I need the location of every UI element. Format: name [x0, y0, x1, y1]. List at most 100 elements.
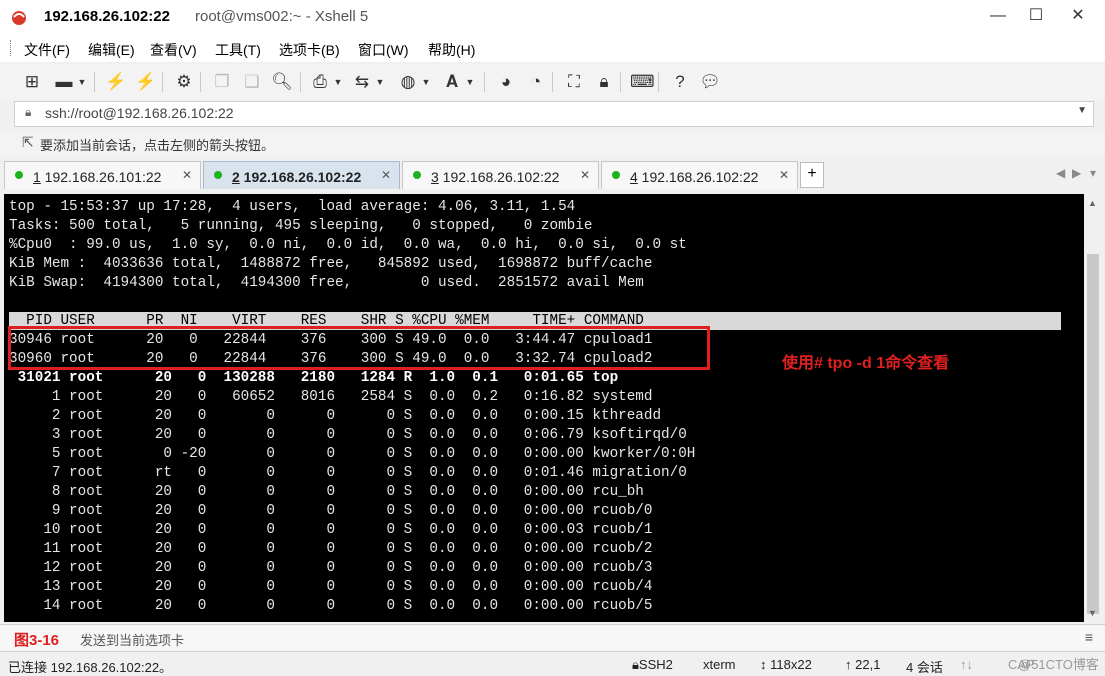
scroll-thumb[interactable]	[1087, 254, 1099, 614]
protocol-status: 🔒︎SSH2	[632, 657, 673, 672]
terminal-type: xterm	[703, 657, 736, 672]
new-session-icon[interactable]: ⊞	[20, 70, 44, 94]
compose-bar[interactable]: 图3-16 发送到当前选项卡 ≡	[0, 624, 1105, 651]
tab-label: 1 192.168.26.101:22	[33, 169, 162, 185]
cpu-line: %Cpu0 : 99.0 us, 1.0 sy, 0.0 ni, 0.0 id,…	[9, 237, 687, 253]
print-icon[interactable]: ⎙	[308, 70, 332, 94]
tab-label: 2 192.168.26.102:22	[232, 169, 362, 185]
session-hint-bar: ⇱ 要添加当前会话，点击左侧的箭头按钮。	[0, 130, 1105, 156]
tab-bar: 1 192.168.26.101:22 ✕ 2 192.168.26.102:2…	[0, 158, 1105, 192]
process-row: 1 root 20 0 60652 8016 2584 S 0.0 0.2 0:…	[9, 389, 653, 405]
menu-help[interactable]: 帮助(H)	[428, 40, 475, 60]
process-row: 10 root 20 0 0 0 0 S 0.0 0.0 0:00.03 rcu…	[9, 522, 653, 538]
script-icon[interactable]: ◔	[524, 70, 548, 94]
font-icon[interactable]: 𝐀	[440, 70, 464, 94]
process-row: 11 root 20 0 0 0 0 S 0.0 0.0 0:00.00 rcu…	[9, 541, 653, 557]
chat-icon[interactable]: 💬︎	[698, 70, 722, 94]
xftp-icon[interactable]: ◕	[494, 70, 518, 94]
terminal-size: ↕ 118x22	[760, 657, 812, 672]
window-title-host: 192.168.26.102:22	[44, 8, 170, 25]
add-tab-button[interactable]: +	[800, 162, 824, 188]
tasks-line: Tasks: 500 total, 5 running, 495 sleepin…	[9, 218, 593, 234]
minimize-button[interactable]: —	[980, 0, 1016, 32]
tab-scroll-right-icon[interactable]: ▶	[1072, 166, 1081, 180]
address-dropdown-icon[interactable]: ▼	[1077, 105, 1087, 116]
arrow-session-icon[interactable]: ⇱	[22, 134, 34, 151]
connection-status: 已连接 192.168.26.102:22。	[8, 660, 173, 675]
disconnect-icon[interactable]: ⚡	[134, 70, 158, 94]
connected-dot-icon	[612, 171, 620, 179]
top-summary-line: top - 15:53:37 up 17:28, 4 users, load a…	[9, 199, 576, 215]
highlight-box	[8, 326, 710, 370]
compose-menu-icon[interactable]: ≡	[1085, 629, 1093, 645]
transfer-icon[interactable]: ⇆	[350, 70, 374, 94]
transfer-dropdown-icon[interactable]: ▼	[374, 70, 386, 94]
close-tab-icon[interactable]: ✕	[580, 168, 590, 182]
connected-dot-icon	[15, 171, 23, 179]
annotation-text: 使用# tpo -d 1命令查看	[782, 355, 950, 372]
address-text: ssh://root@192.168.26.102:22	[45, 105, 234, 121]
close-tab-icon[interactable]: ✕	[381, 168, 391, 182]
status-bar: 已连接 192.168.26.102:22。 🔒︎SSH2 xterm ↕ 11…	[0, 651, 1105, 675]
menu-view[interactable]: 查看(V)	[150, 40, 197, 60]
keyboard-icon[interactable]: ⌨	[630, 70, 655, 94]
close-window-button[interactable]: ✕	[1060, 0, 1096, 32]
process-row: 14 root 20 0 0 0 0 S 0.0 0.0 0:00.00 rcu…	[9, 598, 653, 614]
terminal-scrollbar[interactable]: ▲ ▼	[1084, 194, 1102, 622]
lock-icon: 🔒︎	[632, 657, 639, 672]
find-icon[interactable]: 🔍︎	[270, 70, 294, 94]
tab-list-icon[interactable]: ▾	[1090, 166, 1096, 180]
process-row: 2 root 20 0 0 0 0 S 0.0 0.0 0:00.15 kthr…	[9, 408, 662, 424]
tab-scroll-left-icon[interactable]: ◀	[1056, 166, 1065, 180]
tab-session-2[interactable]: 2 192.168.26.102:22 ✕	[203, 161, 400, 189]
toolbar: ⊞ ▬ ▼ ⚡ ⚡ ⚙ ❐ ❑ 🔍︎ ⎙ ▼ ⇆ ▼ ◍ ▼ 𝐀 ▼ ◕ ◔ ⛶…	[0, 64, 1105, 100]
close-tab-icon[interactable]: ✕	[182, 168, 192, 182]
process-row: 12 root 20 0 0 0 0 S 0.0 0.0 0:00.00 rcu…	[9, 560, 653, 576]
process-row: 3 root 20 0 0 0 0 S 0.0 0.0 0:06.79 ksof…	[9, 427, 687, 443]
open-dropdown-icon[interactable]: ▼	[76, 70, 88, 94]
watermark: @51CTO博客	[1018, 657, 1099, 672]
lock-icon[interactable]: 🔒︎	[592, 70, 616, 94]
globe-icon[interactable]: ◍	[396, 70, 420, 94]
xshell-logo-icon	[10, 8, 28, 26]
session-count: 4 会话	[906, 660, 943, 675]
address-bar[interactable]: 🔒︎ ssh://root@192.168.26.102:22 ▼	[14, 101, 1094, 127]
session-hint-text: 要添加当前会话，点击左侧的箭头按钮。	[40, 138, 275, 153]
menu-tabs[interactable]: 选项卡(B)	[279, 40, 340, 60]
tab-session-3[interactable]: 3 192.168.26.102:22 ✕	[402, 161, 599, 189]
process-row: 5 root 0 -20 0 0 0 S 0.0 0.0 0:00.00 kwo…	[9, 446, 696, 462]
menu-tools[interactable]: 工具(T)	[215, 40, 261, 60]
menu-edit[interactable]: 编辑(E)	[88, 40, 135, 60]
menu-file[interactable]: 文件(F)	[24, 40, 70, 60]
menu-bar: 文件(F) 编辑(E) 查看(V) 工具(T) 选项卡(B) 窗口(W) 帮助(…	[0, 34, 1105, 62]
close-tab-icon[interactable]: ✕	[779, 168, 789, 182]
paste-icon[interactable]: ❑	[240, 70, 264, 94]
print-dropdown-icon[interactable]: ▼	[332, 70, 344, 94]
menu-grip	[10, 40, 14, 56]
cursor-icon: ↑	[845, 657, 856, 672]
connected-dot-icon	[214, 171, 222, 179]
connected-dot-icon	[413, 171, 421, 179]
properties-icon[interactable]: ⚙	[172, 70, 196, 94]
font-dropdown-icon[interactable]: ▼	[464, 70, 476, 94]
fullscreen-icon[interactable]: ⛶	[562, 70, 586, 94]
menu-window[interactable]: 窗口(W)	[358, 40, 409, 60]
open-folder-icon[interactable]: ▬	[52, 70, 76, 94]
cursor-position: ↑ 22,1	[845, 657, 881, 672]
terminal-screen[interactable]: top - 15:53:37 up 17:28, 4 users, load a…	[4, 194, 1084, 622]
globe-dropdown-icon[interactable]: ▼	[420, 70, 432, 94]
scroll-up-icon[interactable]: ▲	[1088, 198, 1097, 208]
tab-session-4[interactable]: 4 192.168.26.102:22 ✕	[601, 161, 798, 189]
tab-label: 3 192.168.26.102:22	[431, 169, 560, 185]
send-to-tab-text: 发送到当前选项卡	[80, 633, 185, 648]
connect-icon[interactable]: ⚡	[104, 70, 128, 94]
help-icon[interactable]: ?	[668, 70, 692, 94]
scroll-down-icon[interactable]: ▼	[1088, 608, 1097, 618]
session-arrows-icon[interactable]: ↑↓	[960, 657, 973, 672]
maximize-button[interactable]: ☐	[1018, 0, 1054, 32]
figure-label: 图3-16	[14, 632, 60, 649]
swap-line: KiB Swap: 4194300 total, 4194300 free, 0…	[9, 275, 644, 291]
process-row: 9 root 20 0 0 0 0 S 0.0 0.0 0:00.00 rcuo…	[9, 503, 653, 519]
tab-session-1[interactable]: 1 192.168.26.101:22 ✕	[4, 161, 201, 189]
copy-icon[interactable]: ❐	[210, 70, 234, 94]
